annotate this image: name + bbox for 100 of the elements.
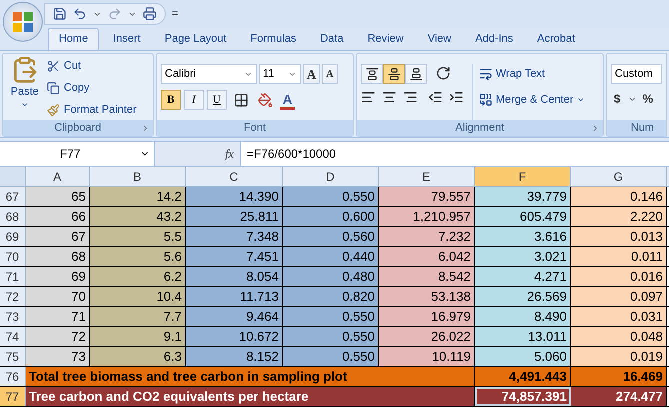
fill-color-icon[interactable] — [258, 92, 273, 108]
dialog-launcher-icon[interactable] — [141, 124, 150, 132]
ribbon-tab[interactable]: Data — [310, 28, 354, 50]
table-cell: 73 — [26, 347, 90, 366]
row-header[interactable]: 76 — [0, 367, 26, 386]
table-cell: 68 — [26, 247, 90, 266]
table-cell: 13.011 — [475, 327, 571, 346]
table-cell: 26.022 — [379, 327, 475, 346]
ribbon-tab[interactable]: Review — [358, 28, 414, 50]
vertical-align-button[interactable] — [361, 64, 383, 84]
currency-button[interactable]: $ — [611, 90, 624, 108]
table-cell: 0.560 — [283, 227, 379, 246]
table-cell: 0.600 — [283, 207, 379, 226]
customize-toolbar-menu[interactable]: = — [172, 6, 178, 22]
align-center-icon[interactable] — [382, 90, 397, 105]
copy-button[interactable]: Copy — [47, 78, 137, 98]
table-cell: 6.2 — [90, 267, 186, 286]
row-header[interactable]: 67 — [0, 187, 26, 206]
table-cell: 1,210.957 — [379, 207, 475, 226]
table-cell: 39.779 — [475, 187, 571, 206]
row-header[interactable]: 72 — [0, 287, 26, 306]
table-cell: 10.119 — [379, 347, 475, 366]
table-cell: 66 — [26, 207, 90, 226]
font-name-dropdown[interactable]: Calibri — [161, 64, 257, 84]
number-format-dropdown[interactable]: Custom — [611, 64, 662, 84]
row-header[interactable]: 75 — [0, 347, 26, 366]
table-cell: 0.146 — [571, 187, 667, 206]
undo-icon[interactable] — [73, 7, 87, 21]
ribbon-tab[interactable]: Page Layout — [154, 28, 237, 50]
insert-function-button[interactable]: fx — [225, 145, 234, 163]
ribbon-tab[interactable]: Insert — [103, 28, 151, 50]
column-header[interactable]: B — [90, 167, 186, 186]
column-header[interactable]: F — [475, 167, 571, 186]
table-cell: 5.6 — [90, 247, 186, 266]
table-cell: 0.097 — [571, 287, 667, 306]
decrease-indent-icon[interactable] — [428, 90, 443, 105]
table-cell: 0.048 — [571, 327, 667, 346]
paintbrush-icon — [47, 104, 60, 116]
row-header[interactable]: 69 — [0, 227, 26, 246]
table-cell: 0.440 — [283, 247, 379, 266]
paste-button[interactable]: Paste — [7, 56, 43, 108]
borders-icon[interactable] — [234, 92, 249, 108]
column-header[interactable]: G — [571, 167, 667, 186]
vertical-align-button[interactable] — [405, 64, 427, 84]
underline-button[interactable]: U — [207, 90, 227, 110]
row-header[interactable]: 68 — [0, 207, 26, 226]
table-cell: 3.616 — [475, 227, 571, 246]
ribbon-tab[interactable]: Formulas — [240, 28, 306, 50]
grow-font-button[interactable]: A — [303, 64, 320, 84]
ribbon-tab[interactable]: Acrobat — [527, 28, 586, 50]
bold-button[interactable]: B — [161, 90, 181, 110]
row-header[interactable]: 77 — [0, 387, 26, 406]
font-color-button[interactable]: A — [280, 90, 296, 110]
column-header[interactable]: D — [283, 167, 379, 186]
column-header[interactable]: A — [26, 167, 90, 186]
percent-button[interactable]: % — [640, 90, 656, 108]
column-header[interactable]: C — [186, 167, 283, 186]
ribbon-tab[interactable]: View — [418, 28, 462, 50]
table-cell: 0.550 — [283, 347, 379, 366]
table-cell: 0.019 — [571, 347, 667, 366]
align-left-icon[interactable] — [361, 90, 376, 105]
row-header[interactable]: 71 — [0, 267, 26, 286]
table-cell: 8.490 — [475, 307, 571, 326]
font-size-dropdown[interactable]: 11 — [259, 64, 301, 84]
table-cell: 69 — [26, 267, 90, 286]
office-button[interactable] — [3, 2, 43, 42]
vertical-align-icon — [410, 68, 422, 80]
increase-indent-icon[interactable] — [449, 90, 464, 105]
ribbon-tab[interactable]: Add-Ins — [465, 28, 524, 50]
dialog-launcher-icon[interactable] — [591, 124, 600, 132]
table-cell: 4,491.443 — [475, 367, 571, 386]
table-cell: 26.569 — [475, 287, 571, 306]
formula-input[interactable]: =F76/600*10000 — [240, 142, 669, 166]
ribbon-tab[interactable]: Home — [48, 28, 100, 50]
table-cell: 11.713 — [186, 287, 283, 306]
cut-button[interactable]: Cut — [47, 56, 137, 76]
merge-center-button[interactable]: Merge & Center — [479, 90, 585, 110]
row-header[interactable]: 73 — [0, 307, 26, 326]
table-cell: 0.820 — [283, 287, 379, 306]
row-header[interactable]: 70 — [0, 247, 26, 266]
table-cell: 79.557 — [379, 187, 475, 206]
align-right-icon[interactable] — [403, 90, 418, 105]
orientation-icon[interactable] — [436, 66, 451, 81]
shrink-font-button[interactable]: A — [322, 64, 338, 84]
table-cell: 14.390 — [186, 187, 283, 206]
table-cell: Tree carbon and CO2 equivalents per hectare — [26, 387, 475, 406]
table-cell: 5.5 — [90, 227, 186, 246]
group-label: Clipboard — [54, 120, 102, 136]
table-cell: 5.060 — [475, 347, 571, 366]
format-painter-button[interactable]: Format Painter — [47, 100, 137, 120]
table-cell: 70 — [26, 287, 90, 306]
table-cell: 16.469 — [571, 367, 667, 386]
vertical-align-button[interactable] — [383, 64, 405, 84]
table-cell: 0.031 — [571, 307, 667, 326]
italic-button[interactable]: I — [184, 90, 204, 110]
table-cell: 7.348 — [186, 227, 283, 246]
row-header[interactable]: 74 — [0, 327, 26, 346]
wrap-text-button[interactable]: Wrap Text — [479, 64, 585, 84]
save-icon[interactable] — [53, 7, 67, 21]
print-preview-icon[interactable] — [143, 7, 157, 21]
